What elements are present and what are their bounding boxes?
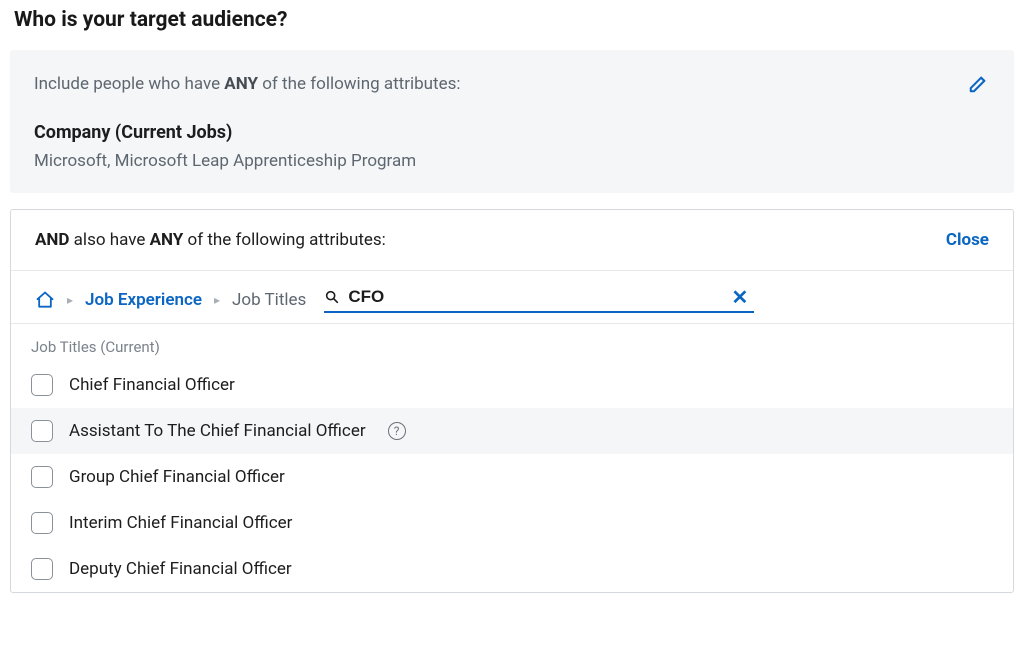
and-heading: AND also have ANY of the following attri… [35, 230, 386, 250]
result-label: Group Chief Financial Officer [69, 467, 285, 487]
result-item[interactable]: Chief Financial Officer [11, 362, 1013, 408]
search-input[interactable] [348, 287, 754, 307]
close-icon[interactable]: ✕ [732, 287, 749, 307]
chevron-right-icon: ▸ [67, 293, 73, 307]
and-panel: AND also have ANY of the following attri… [10, 209, 1014, 593]
close-button[interactable]: Close [946, 230, 989, 250]
page-title: Who is your target audience? [14, 8, 1014, 32]
breadcrumb-link-job-experience[interactable]: Job Experience [85, 290, 202, 310]
and-panel-header: AND also have ANY of the following attri… [11, 210, 1013, 271]
include-heading: Include people who have ANY of the follo… [34, 74, 990, 94]
and-mid1: also have [69, 230, 149, 250]
checkbox[interactable] [31, 558, 53, 580]
include-suffix: of the following attributes: [258, 74, 460, 94]
attribute-values: Microsoft, Microsoft Leap Apprenticeship… [34, 151, 990, 171]
pencil-icon[interactable] [968, 72, 990, 94]
and-emph: ANY [150, 230, 184, 250]
result-label: Assistant To The Chief Financial Officer [69, 421, 366, 441]
result-label: Interim Chief Financial Officer [69, 513, 292, 533]
result-item[interactable]: Deputy Chief Financial Officer [11, 546, 1013, 592]
attribute-title: Company (Current Jobs) [34, 122, 990, 143]
results-list: Chief Financial Officer Assistant To The… [11, 362, 1013, 592]
result-label: Deputy Chief Financial Officer [69, 559, 292, 579]
search-field[interactable]: ✕ [324, 287, 754, 313]
breadcrumb-current: Job Titles [232, 290, 306, 310]
and-prefix: AND [35, 230, 69, 250]
checkbox[interactable] [31, 512, 53, 534]
checkbox[interactable] [31, 466, 53, 488]
checkbox[interactable] [31, 374, 53, 396]
home-icon[interactable] [35, 290, 55, 310]
help-icon[interactable]: ? [388, 422, 406, 440]
result-item[interactable]: Assistant To The Chief Financial Officer… [11, 408, 1013, 454]
result-item[interactable]: Group Chief Financial Officer [11, 454, 1013, 500]
result-item[interactable]: Interim Chief Financial Officer [11, 500, 1013, 546]
include-panel: Include people who have ANY of the follo… [10, 50, 1014, 193]
result-label: Chief Financial Officer [69, 375, 235, 395]
search-icon [324, 289, 340, 305]
include-prefix: Include people who have [34, 74, 224, 94]
chevron-right-icon: ▸ [214, 293, 220, 307]
and-suffix: of the following attributes: [183, 230, 385, 250]
attribute-block: Company (Current Jobs) Microsoft, Micros… [34, 122, 990, 171]
breadcrumb-row: ▸ Job Experience ▸ Job Titles ✕ [11, 271, 1013, 324]
include-emph: ANY [224, 74, 258, 94]
checkbox[interactable] [31, 420, 53, 442]
results-section-label: Job Titles (Current) [11, 324, 1013, 362]
